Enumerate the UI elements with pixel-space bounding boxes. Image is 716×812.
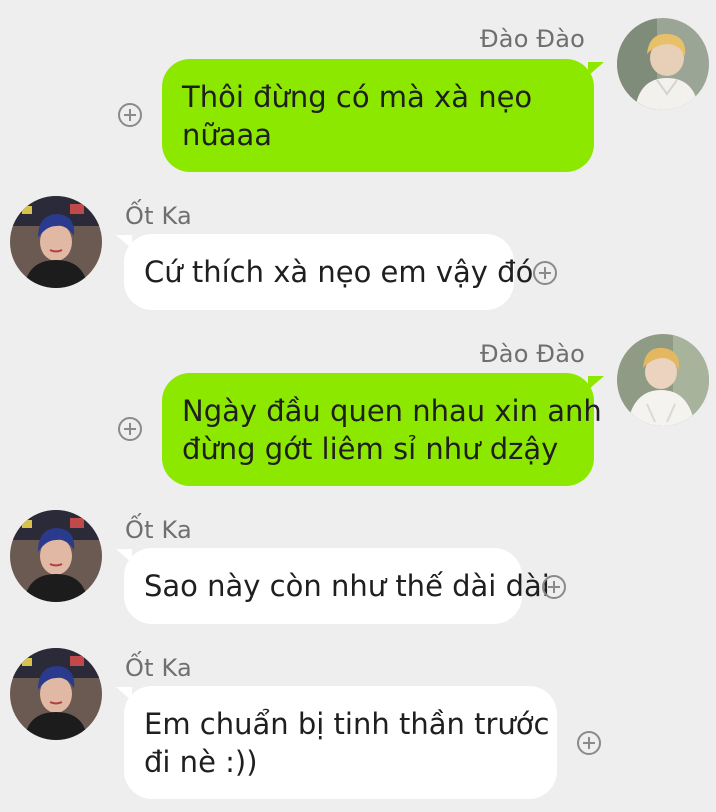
avatar-photo [10,196,102,288]
avatar-photo [10,510,102,602]
message-text-line: đừng gớt liêm sỉ như dzậy [182,431,559,466]
avatar-other[interactable] [10,648,102,740]
sender-name: Ốt Ka [125,516,192,544]
bubble-tail [588,376,604,390]
avatar-photo [617,18,709,110]
sender-name: Đào Đào [479,340,585,368]
plus-circle-icon[interactable] [542,575,566,599]
sender-name: Ốt Ka [125,202,192,230]
avatar-self[interactable] [617,334,709,426]
incoming-message-bubble[interactable]: Em chuẩn bị tinh thần trước đi nè :)) [124,686,557,799]
avatar-other[interactable] [10,510,102,602]
message-text-line: Sao này còn như thế dài dài [144,569,550,603]
outgoing-message-bubble[interactable]: Thôi đừng có mà xà nẹo nữaaa [162,59,594,172]
avatar-photo [10,648,102,740]
message-text-line: Ngày đầu quen nhau xin anh [182,393,602,428]
message-text-line: Cứ thích xà nẹo em vậy đó [144,255,534,289]
sender-name: Đào Đào [479,25,585,53]
plus-circle-icon[interactable] [118,417,142,441]
message-text-line: Thôi đừng có mà xà nẹo [182,79,533,114]
sender-name: Ốt Ka [125,654,192,682]
plus-circle-icon[interactable] [533,261,557,285]
bubble-tail [588,62,604,76]
plus-circle-icon[interactable] [118,103,142,127]
incoming-message-bubble[interactable]: Cứ thích xà nẹo em vậy đó [124,234,534,310]
outgoing-message-bubble[interactable]: Ngày đầu quen nhau xin anh đừng gớt liêm… [162,373,602,486]
avatar-other[interactable] [10,196,102,288]
message-text-line: Em chuẩn bị tinh thần trước [144,706,550,741]
message-text-line: nữaaa [182,117,273,152]
incoming-message-bubble[interactable]: Sao này còn như thế dài dài [124,548,550,624]
avatar-photo [617,334,709,426]
avatar-self[interactable] [617,18,709,110]
message-text-line: đi nè :)) [144,744,258,779]
plus-circle-icon[interactable] [577,731,601,755]
